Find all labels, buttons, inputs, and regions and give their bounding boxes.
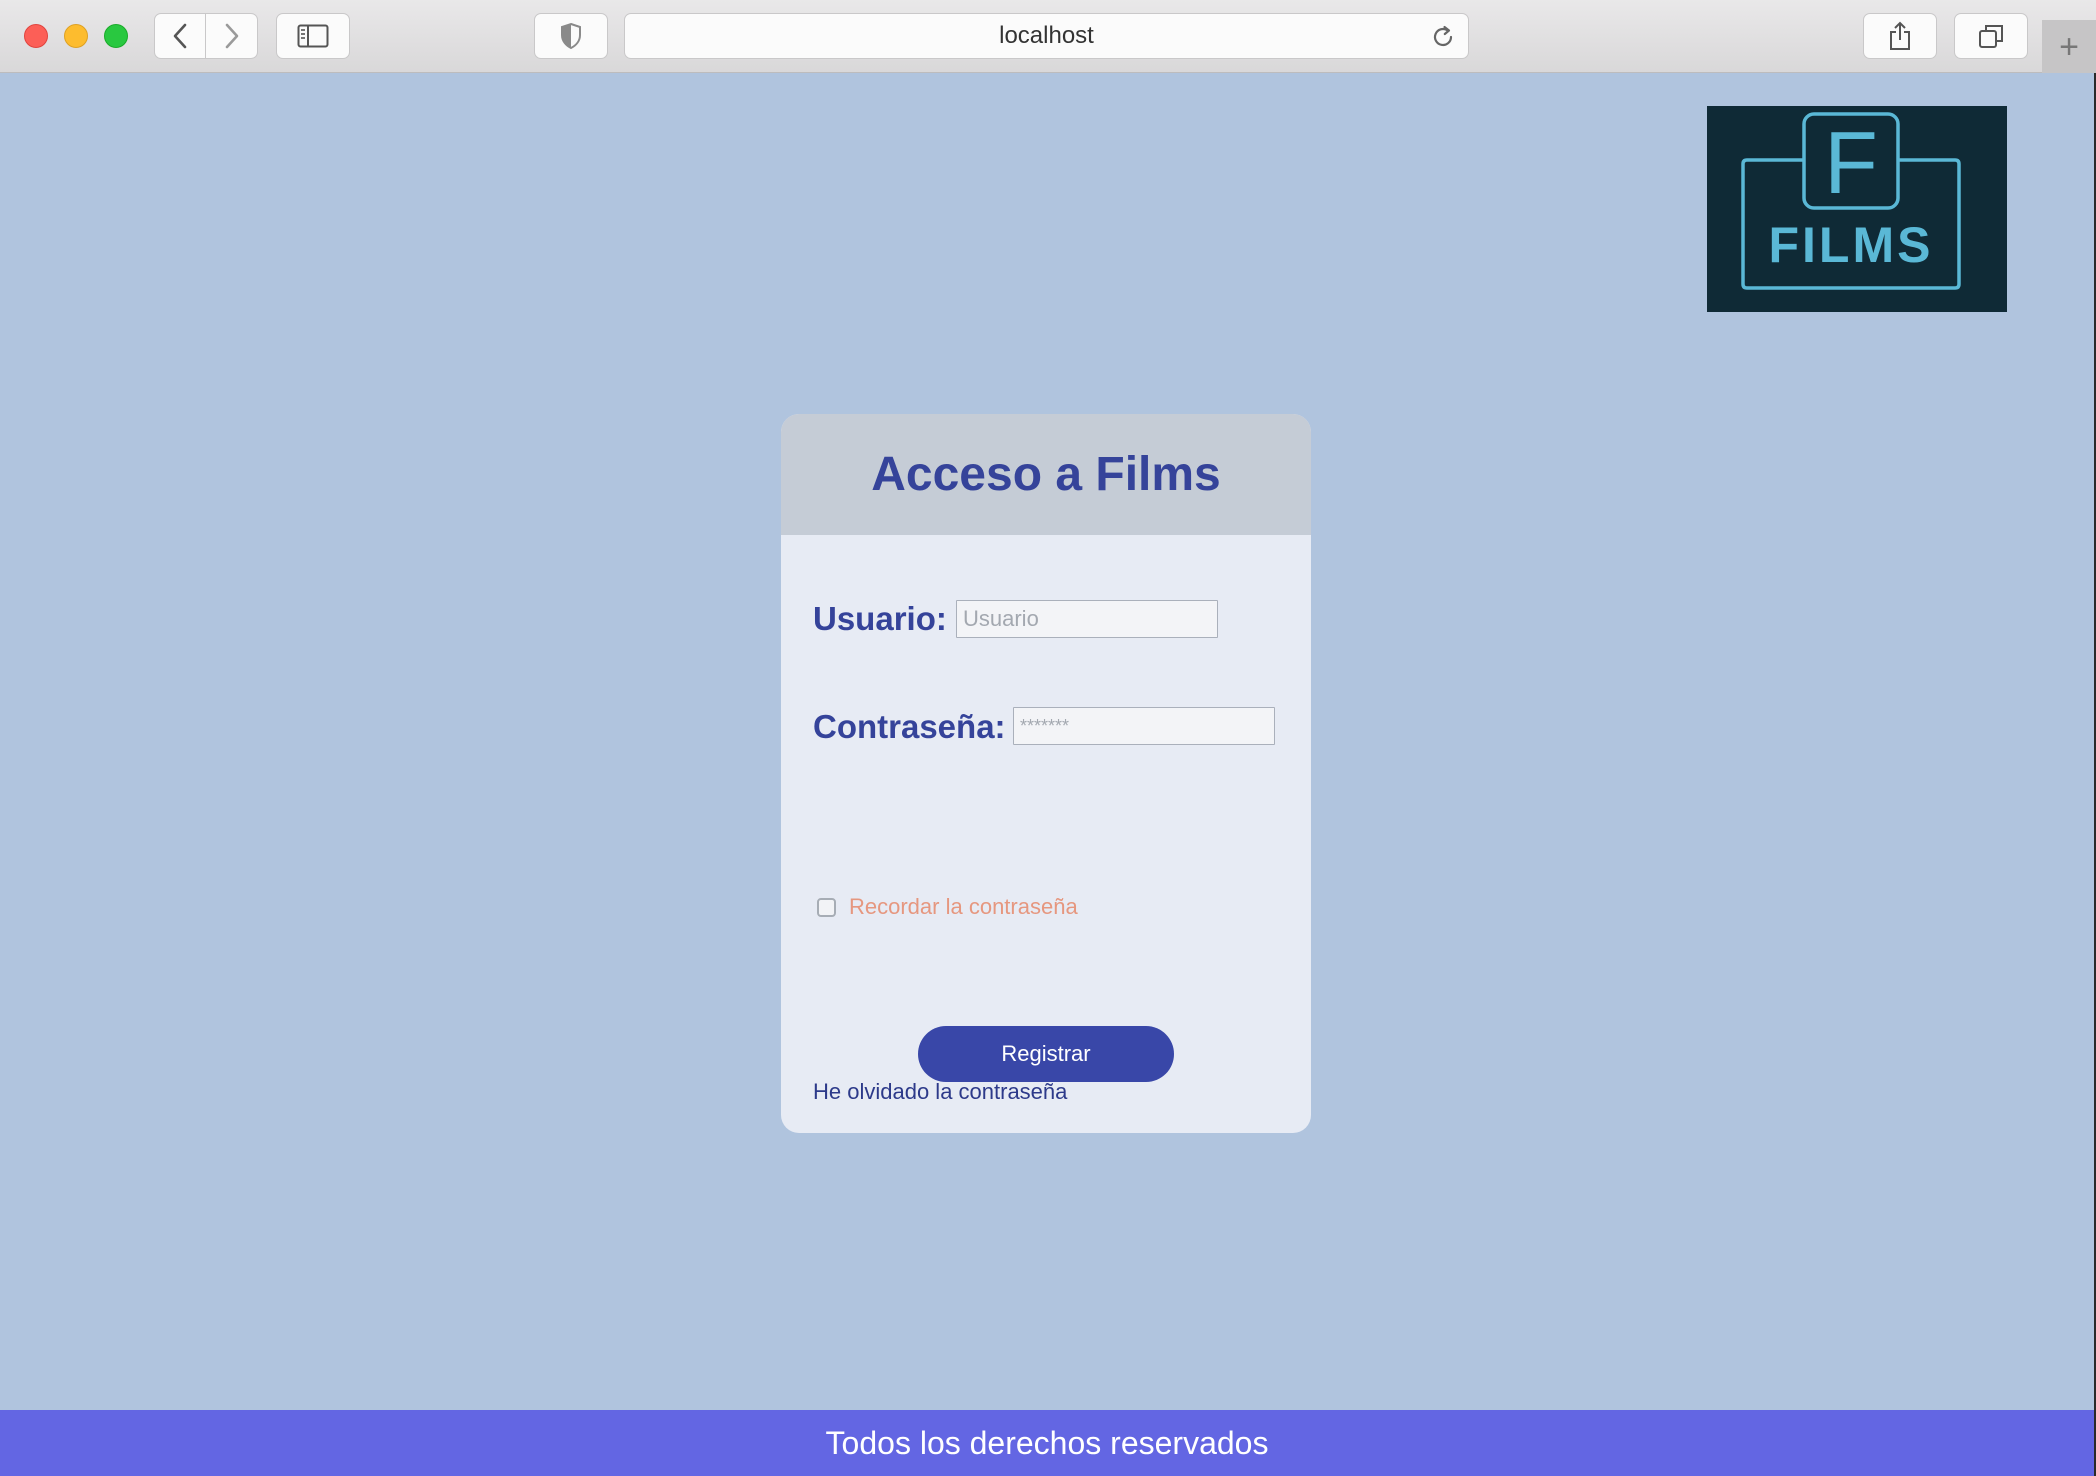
username-label: Usuario: xyxy=(813,600,947,637)
browser-toolbar: localhost + xyxy=(0,0,2096,73)
sidebar-icon xyxy=(297,24,329,48)
register-button[interactable]: Registrar xyxy=(918,1026,1174,1082)
login-card-header: Acceso a Films xyxy=(781,414,1311,535)
minimize-window-button[interactable] xyxy=(64,24,88,48)
close-window-button[interactable] xyxy=(24,24,48,48)
tabs-overview-icon xyxy=(1979,25,2003,48)
logo-wordmark: FILMS xyxy=(1769,217,1934,273)
remember-password-checkbox[interactable] xyxy=(817,897,836,917)
share-icon xyxy=(1890,21,1910,50)
forgot-password-link[interactable]: He olvidado la contraseña xyxy=(813,1079,1067,1105)
sidebar-toggle-button[interactable] xyxy=(276,13,350,59)
forward-arrow-icon xyxy=(225,23,238,49)
films-logo-image: F FILMS xyxy=(1707,106,2007,312)
logo-letter: F xyxy=(1824,113,1878,212)
films-logo: F FILMS xyxy=(1707,106,2007,312)
remember-password-option[interactable]: Recordar la contraseña xyxy=(817,894,1078,920)
back-button[interactable] xyxy=(154,13,206,59)
url-text[interactable]: localhost xyxy=(625,14,1468,58)
address-bar[interactable]: localhost xyxy=(624,13,1469,59)
new-tab-icon: + xyxy=(2059,27,2079,66)
back-arrow-icon xyxy=(173,23,187,49)
privacy-report-button[interactable] xyxy=(534,13,608,59)
page-footer: Todos los derechos reservados xyxy=(0,1410,2094,1476)
shield-icon xyxy=(561,22,581,50)
tab-overview-button[interactable] xyxy=(1954,13,2028,59)
new-tab-button[interactable]: + xyxy=(2042,20,2096,73)
page-viewport: F FILMS Acceso a Films Usuario: Contrase… xyxy=(0,73,2094,1476)
remember-password-label[interactable]: Recordar la contraseña xyxy=(849,894,1078,920)
username-input[interactable] xyxy=(956,600,1218,638)
login-card: Acceso a Films Usuario: Contraseña: Reco… xyxy=(781,414,1311,1133)
password-label: Contraseña: xyxy=(813,708,1006,745)
forward-button[interactable] xyxy=(206,13,258,59)
share-button[interactable] xyxy=(1863,13,1937,59)
footer-text: Todos los derechos reservados xyxy=(825,1424,1269,1461)
zoom-window-button[interactable] xyxy=(104,24,128,48)
password-input[interactable] xyxy=(1013,707,1275,745)
login-title: Acceso a Films xyxy=(871,448,1221,501)
reload-icon[interactable] xyxy=(1430,24,1456,50)
